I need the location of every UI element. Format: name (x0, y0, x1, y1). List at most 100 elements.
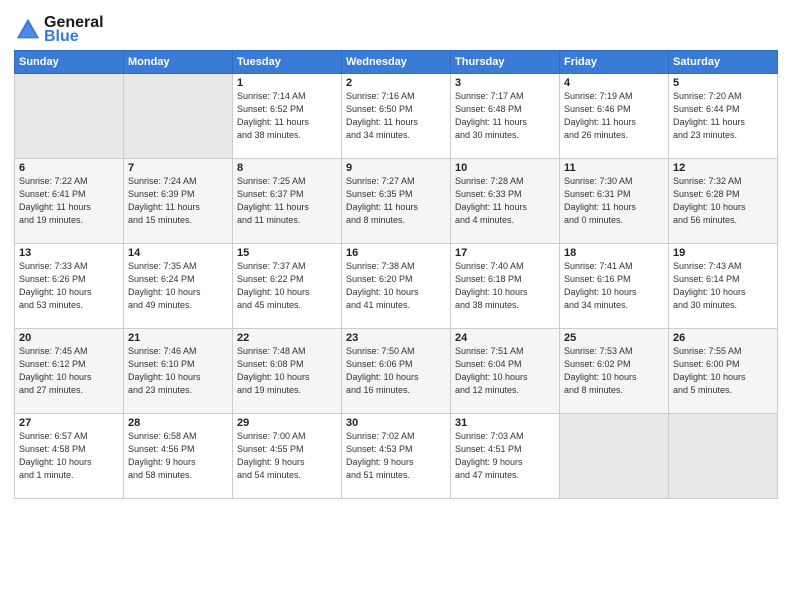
day-number: 4 (564, 77, 664, 89)
day-cell: 16Sunrise: 7:38 AM Sunset: 6:20 PM Dayli… (342, 244, 451, 329)
weekday-header-row: SundayMondayTuesdayWednesdayThursdayFrid… (15, 51, 778, 74)
day-cell: 30Sunrise: 7:02 AM Sunset: 4:53 PM Dayli… (342, 414, 451, 499)
day-cell: 1Sunrise: 7:14 AM Sunset: 6:52 PM Daylig… (233, 74, 342, 159)
day-info: Sunrise: 7:41 AM Sunset: 6:16 PM Dayligh… (564, 260, 664, 312)
day-number: 30 (346, 417, 446, 429)
day-number: 2 (346, 77, 446, 89)
day-number: 1 (237, 77, 337, 89)
day-info: Sunrise: 7:50 AM Sunset: 6:06 PM Dayligh… (346, 345, 446, 397)
day-info: Sunrise: 7:00 AM Sunset: 4:55 PM Dayligh… (237, 430, 337, 482)
day-number: 7 (128, 162, 228, 174)
day-cell: 6Sunrise: 7:22 AM Sunset: 6:41 PM Daylig… (15, 159, 124, 244)
day-cell: 8Sunrise: 7:25 AM Sunset: 6:37 PM Daylig… (233, 159, 342, 244)
page-container: General Blue SundayMondayTuesdayWednesda… (0, 0, 792, 505)
day-info: Sunrise: 7:24 AM Sunset: 6:39 PM Dayligh… (128, 175, 228, 227)
day-cell: 17Sunrise: 7:40 AM Sunset: 6:18 PM Dayli… (451, 244, 560, 329)
day-info: Sunrise: 7:20 AM Sunset: 6:44 PM Dayligh… (673, 90, 773, 142)
week-row-2: 6Sunrise: 7:22 AM Sunset: 6:41 PM Daylig… (15, 159, 778, 244)
day-cell: 9Sunrise: 7:27 AM Sunset: 6:35 PM Daylig… (342, 159, 451, 244)
logo-icon (14, 16, 42, 44)
day-info: Sunrise: 7:27 AM Sunset: 6:35 PM Dayligh… (346, 175, 446, 227)
day-cell: 31Sunrise: 7:03 AM Sunset: 4:51 PM Dayli… (451, 414, 560, 499)
week-row-5: 27Sunrise: 6:57 AM Sunset: 4:58 PM Dayli… (15, 414, 778, 499)
day-info: Sunrise: 7:53 AM Sunset: 6:02 PM Dayligh… (564, 345, 664, 397)
day-number: 3 (455, 77, 555, 89)
day-info: Sunrise: 7:14 AM Sunset: 6:52 PM Dayligh… (237, 90, 337, 142)
day-cell: 22Sunrise: 7:48 AM Sunset: 6:08 PM Dayli… (233, 329, 342, 414)
day-number: 26 (673, 332, 773, 344)
day-info: Sunrise: 7:35 AM Sunset: 6:24 PM Dayligh… (128, 260, 228, 312)
day-cell (669, 414, 778, 499)
day-info: Sunrise: 7:17 AM Sunset: 6:48 PM Dayligh… (455, 90, 555, 142)
weekday-header-tuesday: Tuesday (233, 51, 342, 74)
day-info: Sunrise: 7:32 AM Sunset: 6:28 PM Dayligh… (673, 175, 773, 227)
weekday-header-sunday: Sunday (15, 51, 124, 74)
weekday-header-monday: Monday (124, 51, 233, 74)
day-info: Sunrise: 7:19 AM Sunset: 6:46 PM Dayligh… (564, 90, 664, 142)
day-cell (15, 74, 124, 159)
day-number: 23 (346, 332, 446, 344)
header: General Blue (14, 10, 778, 46)
weekday-header-wednesday: Wednesday (342, 51, 451, 74)
day-info: Sunrise: 6:57 AM Sunset: 4:58 PM Dayligh… (19, 430, 119, 482)
day-info: Sunrise: 7:02 AM Sunset: 4:53 PM Dayligh… (346, 430, 446, 482)
day-cell: 10Sunrise: 7:28 AM Sunset: 6:33 PM Dayli… (451, 159, 560, 244)
weekday-header-saturday: Saturday (669, 51, 778, 74)
day-number: 15 (237, 247, 337, 259)
day-cell (560, 414, 669, 499)
day-number: 14 (128, 247, 228, 259)
day-info: Sunrise: 7:43 AM Sunset: 6:14 PM Dayligh… (673, 260, 773, 312)
weekday-header-friday: Friday (560, 51, 669, 74)
day-cell: 19Sunrise: 7:43 AM Sunset: 6:14 PM Dayli… (669, 244, 778, 329)
day-info: Sunrise: 7:46 AM Sunset: 6:10 PM Dayligh… (128, 345, 228, 397)
day-number: 18 (564, 247, 664, 259)
day-cell: 28Sunrise: 6:58 AM Sunset: 4:56 PM Dayli… (124, 414, 233, 499)
day-cell: 23Sunrise: 7:50 AM Sunset: 6:06 PM Dayli… (342, 329, 451, 414)
week-row-3: 13Sunrise: 7:33 AM Sunset: 6:26 PM Dayli… (15, 244, 778, 329)
day-cell: 14Sunrise: 7:35 AM Sunset: 6:24 PM Dayli… (124, 244, 233, 329)
day-number: 8 (237, 162, 337, 174)
calendar-table: SundayMondayTuesdayWednesdayThursdayFrid… (14, 50, 778, 499)
day-cell: 11Sunrise: 7:30 AM Sunset: 6:31 PM Dayli… (560, 159, 669, 244)
day-info: Sunrise: 7:40 AM Sunset: 6:18 PM Dayligh… (455, 260, 555, 312)
day-number: 11 (564, 162, 664, 174)
day-info: Sunrise: 7:03 AM Sunset: 4:51 PM Dayligh… (455, 430, 555, 482)
day-info: Sunrise: 7:28 AM Sunset: 6:33 PM Dayligh… (455, 175, 555, 227)
day-cell (124, 74, 233, 159)
day-number: 29 (237, 417, 337, 429)
day-info: Sunrise: 7:16 AM Sunset: 6:50 PM Dayligh… (346, 90, 446, 142)
day-cell: 18Sunrise: 7:41 AM Sunset: 6:16 PM Dayli… (560, 244, 669, 329)
day-cell: 27Sunrise: 6:57 AM Sunset: 4:58 PM Dayli… (15, 414, 124, 499)
day-cell: 25Sunrise: 7:53 AM Sunset: 6:02 PM Dayli… (560, 329, 669, 414)
day-cell: 15Sunrise: 7:37 AM Sunset: 6:22 PM Dayli… (233, 244, 342, 329)
day-cell: 13Sunrise: 7:33 AM Sunset: 6:26 PM Dayli… (15, 244, 124, 329)
day-info: Sunrise: 7:51 AM Sunset: 6:04 PM Dayligh… (455, 345, 555, 397)
logo: General Blue (14, 14, 104, 46)
day-number: 22 (237, 332, 337, 344)
day-info: Sunrise: 7:45 AM Sunset: 6:12 PM Dayligh… (19, 345, 119, 397)
day-cell: 12Sunrise: 7:32 AM Sunset: 6:28 PM Dayli… (669, 159, 778, 244)
day-number: 31 (455, 417, 555, 429)
day-cell: 4Sunrise: 7:19 AM Sunset: 6:46 PM Daylig… (560, 74, 669, 159)
day-cell: 7Sunrise: 7:24 AM Sunset: 6:39 PM Daylig… (124, 159, 233, 244)
day-number: 5 (673, 77, 773, 89)
weekday-header-thursday: Thursday (451, 51, 560, 74)
day-number: 6 (19, 162, 119, 174)
day-cell: 24Sunrise: 7:51 AM Sunset: 6:04 PM Dayli… (451, 329, 560, 414)
day-info: Sunrise: 6:58 AM Sunset: 4:56 PM Dayligh… (128, 430, 228, 482)
day-cell: 2Sunrise: 7:16 AM Sunset: 6:50 PM Daylig… (342, 74, 451, 159)
day-number: 17 (455, 247, 555, 259)
day-info: Sunrise: 7:37 AM Sunset: 6:22 PM Dayligh… (237, 260, 337, 312)
day-number: 28 (128, 417, 228, 429)
day-info: Sunrise: 7:55 AM Sunset: 6:00 PM Dayligh… (673, 345, 773, 397)
day-cell: 20Sunrise: 7:45 AM Sunset: 6:12 PM Dayli… (15, 329, 124, 414)
day-number: 19 (673, 247, 773, 259)
week-row-1: 1Sunrise: 7:14 AM Sunset: 6:52 PM Daylig… (15, 74, 778, 159)
day-info: Sunrise: 7:38 AM Sunset: 6:20 PM Dayligh… (346, 260, 446, 312)
day-info: Sunrise: 7:30 AM Sunset: 6:31 PM Dayligh… (564, 175, 664, 227)
day-number: 25 (564, 332, 664, 344)
day-cell: 29Sunrise: 7:00 AM Sunset: 4:55 PM Dayli… (233, 414, 342, 499)
day-number: 9 (346, 162, 446, 174)
day-cell: 3Sunrise: 7:17 AM Sunset: 6:48 PM Daylig… (451, 74, 560, 159)
day-number: 13 (19, 247, 119, 259)
